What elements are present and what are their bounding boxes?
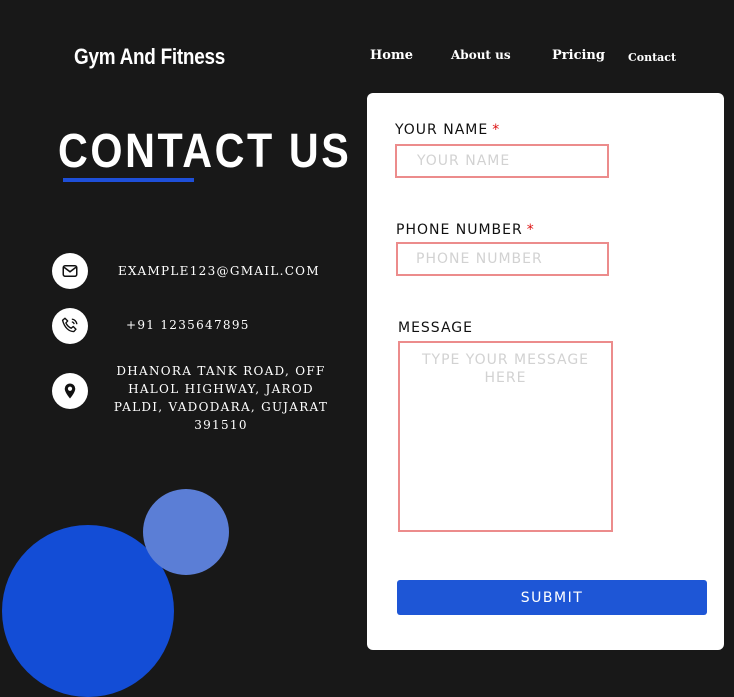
message-textarea[interactable] <box>398 341 613 532</box>
nav-link-contact[interactable]: Contact <box>628 51 676 64</box>
phone-icon <box>52 308 88 344</box>
phone-input[interactable] <box>396 242 609 276</box>
required-mark: * <box>526 222 535 238</box>
submit-button[interactable]: SUBMIT <box>397 580 707 615</box>
name-label-text: YOUR NAME <box>395 122 489 138</box>
message-label: MESSAGE <box>398 320 473 336</box>
name-label: YOUR NAME * <box>395 122 500 138</box>
nav-link-home[interactable]: Home <box>370 48 413 63</box>
page-title: CONTACT US <box>58 125 352 178</box>
nav-link-pricing[interactable]: Pricing <box>552 48 605 63</box>
nav-link-about[interactable]: About us <box>451 48 511 62</box>
phone-label: PHONE NUMBER * <box>396 222 535 238</box>
contact-address: DHANORA TANK ROAD, OFF HALOL HIGHWAY, JA… <box>113 364 329 432</box>
brand-logo-text[interactable]: Gym And Fitness <box>74 44 225 70</box>
contact-email[interactable]: EXAMPLE123@GMAIL.COM <box>118 262 320 280</box>
location-pin-icon <box>52 373 88 409</box>
contact-phone[interactable]: +91 1235647895 <box>126 316 250 334</box>
phone-label-text: PHONE NUMBER <box>396 222 523 238</box>
name-input[interactable] <box>395 144 609 178</box>
required-mark: * <box>492 122 501 138</box>
mail-icon <box>52 253 88 289</box>
decor-circle-small <box>143 489 229 575</box>
title-underline <box>63 178 194 182</box>
contact-form: YOUR NAME* PHONE NUMBER* MESSAGE SUBMIT <box>367 93 724 650</box>
